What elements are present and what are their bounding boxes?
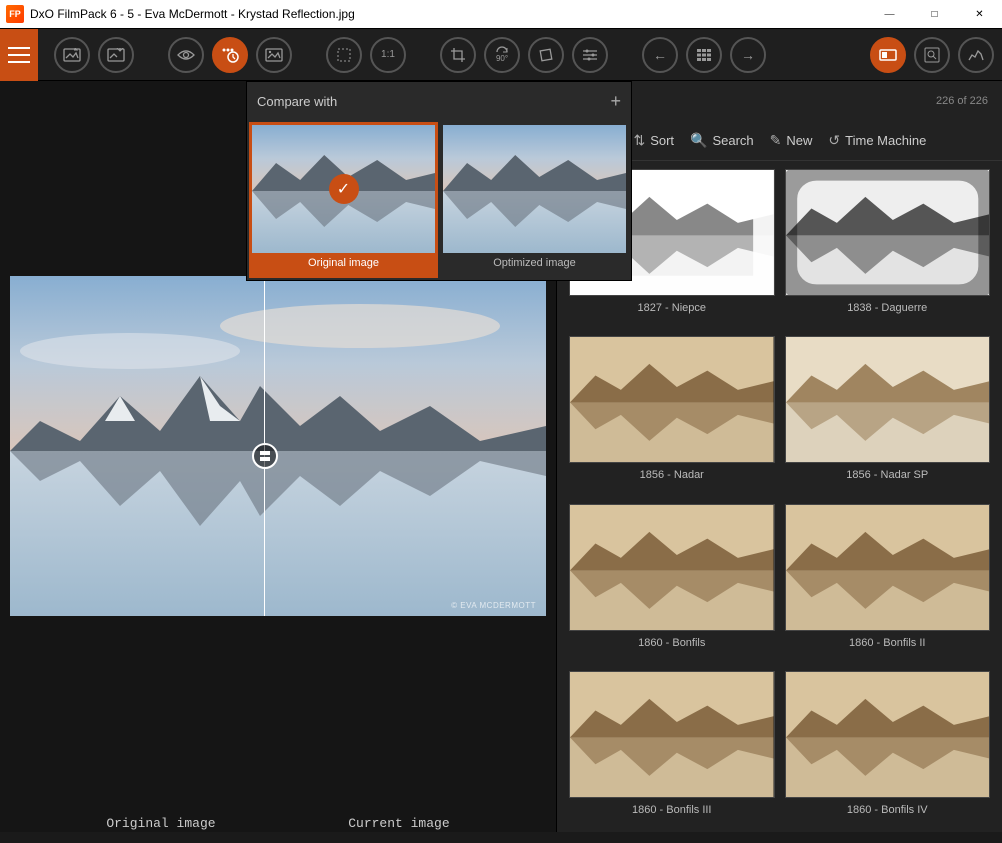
nav-prev-button[interactable]: ← [642,37,678,73]
compare-header: Compare with + [247,82,631,120]
preset-thumbnail [785,671,991,798]
app-logo: FP [6,5,24,23]
split-handle[interactable] [252,443,278,469]
crop-button[interactable] [440,37,476,73]
compare-add-button[interactable]: + [610,91,621,112]
window-titlebar: FP DxO FilmPack 6 - 5 - Eva McDermott - … [0,0,1002,29]
compare-label-optimized: Optimized image [443,253,626,275]
preset-label: 1860 - Bonfils IV [847,804,928,816]
save-image-button[interactable] [98,37,134,73]
viewer-label-right: Current image [348,816,449,831]
straighten-button[interactable] [528,37,564,73]
compare-thumb-original[interactable]: ✓ Original image [249,122,438,278]
preset-item[interactable]: 1838 - Daguerre [785,169,991,322]
panel-histogram-button[interactable] [958,37,994,73]
preset-label: 1856 - Nadar [640,469,704,481]
viewer-labels: Original image Current image [0,616,556,843]
preset-label: 1838 - Daguerre [847,302,927,314]
panel-loupe-button[interactable] [914,37,950,73]
main-area: © EVA MCDERMOTT Original image Current i… [0,81,1002,832]
preset-thumbnail [785,504,991,631]
check-icon: ✓ [329,174,359,204]
compare-panel: Compare with + ✓ Original image [246,81,632,281]
preset-thumbnail [569,504,775,631]
tab-new[interactable]: ✎New [770,132,813,149]
compare-title: Compare with [257,94,337,109]
compare-history-button[interactable] [212,37,248,73]
toolbar: 1:1 90° ← → [0,29,1002,81]
search-icon: 🔍 [690,132,707,149]
preset-item[interactable]: 1856 - Nadar [569,336,775,489]
tab-search[interactable]: 🔍Search [690,132,754,149]
grid-view-button[interactable] [686,37,722,73]
open-image-button[interactable] [54,37,90,73]
preset-item[interactable]: 1860 - Bonfils [569,504,775,657]
fit-button[interactable] [326,37,362,73]
preset-item[interactable]: 1860 - Bonfils II [785,504,991,657]
nav-next-button[interactable]: → [730,37,766,73]
preset-thumbnail [569,336,775,463]
zoom-11-button[interactable]: 1:1 [370,37,406,73]
preset-label: 1860 - Bonfils III [632,804,712,816]
preset-thumbnail [785,336,991,463]
viewer-label-left: Original image [106,816,215,831]
window-close-button[interactable]: ✕ [957,0,1002,28]
sliders-button[interactable] [572,37,608,73]
window-title: DxO FilmPack 6 - 5 - Eva McDermott - Kry… [30,7,867,21]
preset-label: 1860 - Bonfils II [849,637,925,649]
preset-thumbnail [785,169,991,296]
tab-timemachine[interactable]: ↺Time Machine [828,132,926,149]
preview-toggle-button[interactable] [168,37,204,73]
compare-thumb-optimized[interactable]: Optimized image [440,122,629,278]
tab-sort[interactable]: ⇅Sort [633,132,674,149]
preset-item[interactable]: 1860 - Bonfils IV [785,671,991,824]
preset-label: 1860 - Bonfils [638,637,705,649]
sort-icon: ⇅ [633,132,645,149]
preset-label: 1856 - Nadar SP [846,469,928,481]
preset-item[interactable]: 1860 - Bonfils III [569,671,775,824]
split-compare-view[interactable]: © EVA MCDERMOTT [10,276,546,616]
window-controls: — □ ✕ [867,0,1002,28]
window-minimize-button[interactable]: — [867,0,912,28]
history-icon: ↺ [828,132,840,149]
new-icon: ✎ [770,132,782,149]
rotate-button[interactable]: 90° [484,37,520,73]
watermark: © EVA MCDERMOTT [451,601,536,610]
hamburger-menu-button[interactable] [0,29,38,81]
preset-item[interactable]: 1856 - Nadar SP [785,336,991,489]
snapshot-button[interactable] [256,37,292,73]
panel-presets-button[interactable] [870,37,906,73]
window-maximize-button[interactable]: □ [912,0,957,28]
compare-label-original: Original image [252,253,435,275]
preset-thumbnail [569,671,775,798]
preset-label: 1827 - Niepce [638,302,707,314]
